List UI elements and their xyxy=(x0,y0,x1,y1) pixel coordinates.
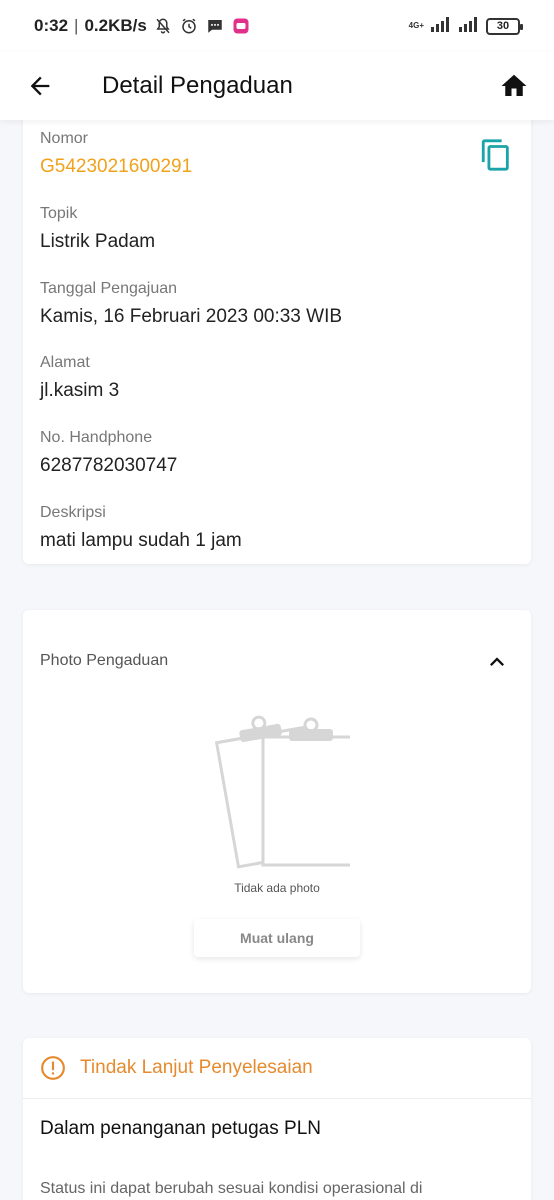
reload-button[interactable]: Muat ulang xyxy=(194,919,360,957)
field-tanggal: Tanggal Pengajuan Kamis, 16 Februari 202… xyxy=(40,280,342,328)
battery-icon: 30 xyxy=(486,17,523,35)
home-button[interactable] xyxy=(494,66,534,106)
signal-icon xyxy=(430,16,452,37)
nomor-value: G5423021600291 xyxy=(40,156,193,177)
tanggal-value: Kamis, 16 Februari 2023 00:33 WIB xyxy=(40,306,343,327)
status-separator: | xyxy=(74,16,79,35)
copy-button[interactable] xyxy=(479,138,513,172)
status-speed: 0.2KB/s xyxy=(84,16,147,35)
follow-up-status: Dalam penanganan petugas PLN xyxy=(40,1118,321,1139)
tanggal-label: Tanggal Pengajuan xyxy=(40,280,178,297)
alarm-icon xyxy=(179,16,199,36)
follow-up-title: Tindak Lanjut Penyelesaian xyxy=(80,1057,313,1078)
chevron-up-icon xyxy=(490,657,504,666)
field-deskripsi: Deskripsi mati lampu sudah 1 jam xyxy=(40,504,242,552)
network-type: 4G+ xyxy=(408,21,424,30)
app-bar: Detail Pengaduan xyxy=(0,52,554,120)
field-topik: Topik Listrik Padam xyxy=(40,205,155,253)
alamat-label: Alamat xyxy=(40,354,90,371)
topik-label: Topik xyxy=(40,205,78,222)
status-bar: 0:32 | 0.2KB/s 4G+ 30 xyxy=(0,0,554,52)
handphone-label: No. Handphone xyxy=(40,429,153,446)
follow-up-note: Status ini dapat berubah sesuai kondisi … xyxy=(40,1180,423,1197)
field-alamat: Alamat jl.kasim 3 xyxy=(40,354,119,402)
topik-value: Listrik Padam xyxy=(40,231,156,252)
deskripsi-label: Deskripsi xyxy=(40,504,106,521)
status-time: 0:32 xyxy=(34,16,69,35)
empty-clipboard-illustration xyxy=(200,715,357,875)
follow-up-card: Tindak Lanjut Penyelesaian Dalam penanga… xyxy=(23,1038,531,1200)
empty-photo-text: Tidak ada photo xyxy=(234,881,320,895)
back-button[interactable] xyxy=(20,66,60,106)
field-nomor: Nomor G5423021600291 xyxy=(40,130,192,178)
arrow-left-icon xyxy=(30,76,50,96)
detail-card: Nomor G5423021600291 Topik Listrik Padam… xyxy=(23,110,531,564)
photo-section-title: Photo Pengaduan xyxy=(40,652,169,669)
collapse-button[interactable] xyxy=(483,648,511,676)
nomor-label: Nomor xyxy=(40,130,89,147)
copy-icon xyxy=(481,139,509,171)
follow-up-header: Tindak Lanjut Penyelesaian xyxy=(23,1038,531,1099)
handphone-value: 6287782030747 xyxy=(40,455,178,476)
alamat-value: jl.kasim 3 xyxy=(40,380,120,401)
page-title: Detail Pengaduan xyxy=(102,72,293,99)
battery-level: 30 xyxy=(496,20,510,32)
message-icon xyxy=(205,16,225,36)
status-left: 0:32 | 0.2KB/s xyxy=(34,16,251,36)
alert-circle-icon xyxy=(41,1056,65,1080)
signal-2-icon xyxy=(458,16,480,37)
notifications-off-icon xyxy=(153,16,173,36)
status-right: 4G+ 30 xyxy=(408,16,523,37)
field-handphone: No. Handphone 6287782030747 xyxy=(40,429,177,477)
home-icon xyxy=(501,74,527,96)
app-icon xyxy=(231,16,251,36)
deskripsi-value: mati lampu sudah 1 jam xyxy=(40,530,242,551)
photo-card: Photo Pengaduan Tidak ada photo Muat ula… xyxy=(23,610,531,993)
